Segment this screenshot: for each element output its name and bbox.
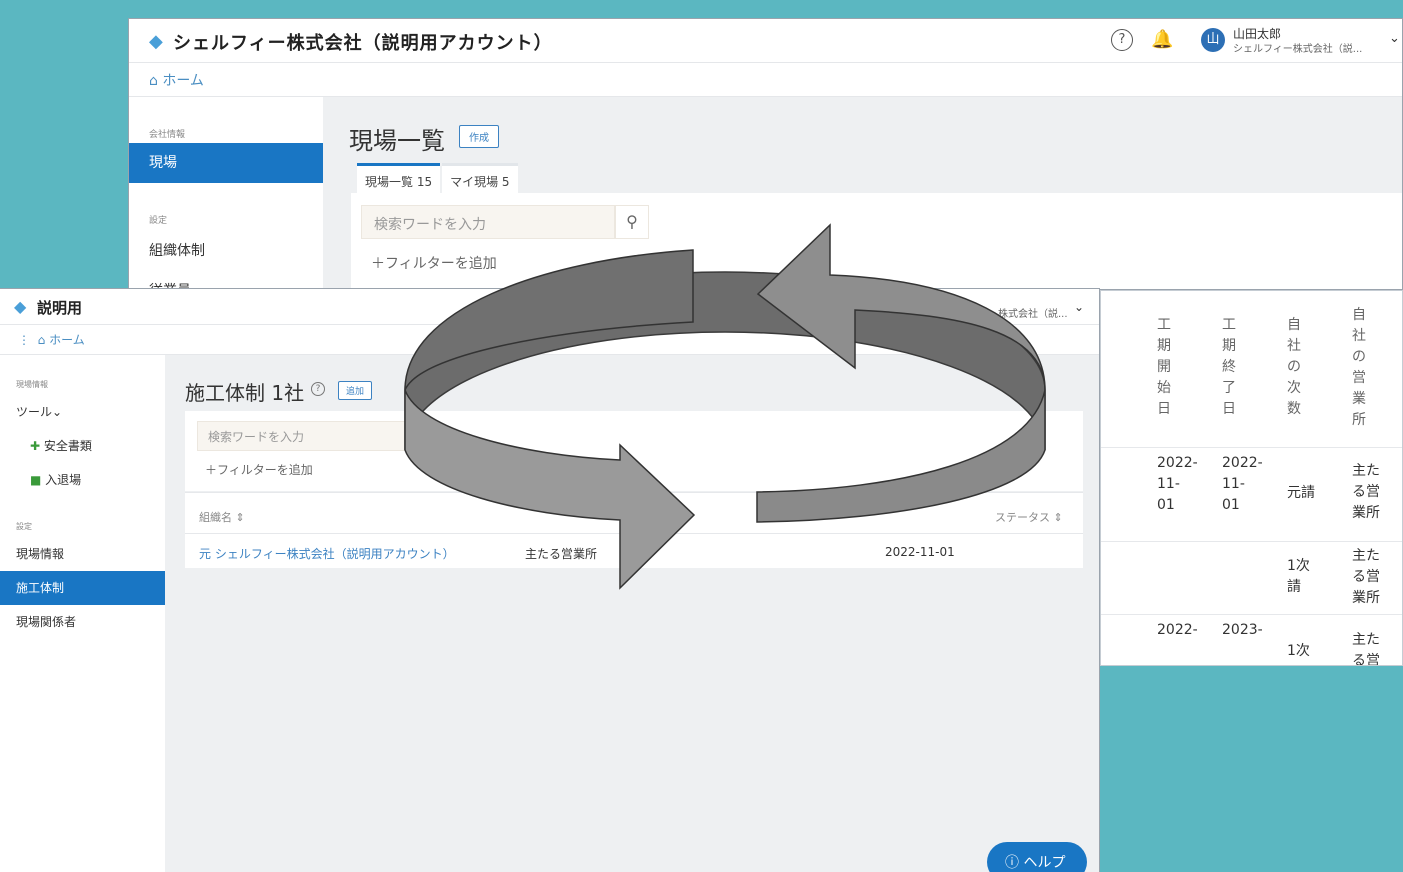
sidebar-item-org[interactable]: 組織体制 xyxy=(129,231,323,271)
sidebar: 会社情報 現場 設定 組織体制 従業員 xyxy=(129,97,323,289)
site-table-fragment: 工期開始日 工期終了日 自社の次数 自社の営業所 2022-11-01 2022… xyxy=(1100,290,1403,666)
cell-start: 2022-11-01 xyxy=(1157,455,1198,513)
cell-office: 主たる営業所 xyxy=(1352,463,1380,521)
sidebar-item-site-info[interactable]: 現場情報 xyxy=(0,537,165,571)
sidebar-section-settings: 設定 xyxy=(16,522,32,531)
company-name: 説明用 xyxy=(37,299,83,317)
cell-tier: 1次 xyxy=(1287,643,1310,659)
plus-icon: ✚ xyxy=(30,439,41,453)
shelfy-logo-icon: ◆ xyxy=(14,297,27,316)
cell-end: 2023- xyxy=(1222,622,1263,638)
entry-icon: ■ xyxy=(30,473,42,487)
help-icon: ⓘ xyxy=(1005,855,1019,871)
avatar[interactable]: 山 xyxy=(1201,28,1225,52)
shelfy-logo-icon: ◆ xyxy=(149,31,163,52)
breadcrumb: ⌂ ホーム xyxy=(129,63,1402,97)
tab-my-sites[interactable]: マイ現場 5 xyxy=(442,163,518,195)
sidebar-tools[interactable]: ツール⌄ xyxy=(16,403,62,420)
column-header-tier[interactable]: 自社の次数 xyxy=(1287,315,1307,420)
home-icon[interactable]: ⌂ xyxy=(149,73,158,89)
cell-office: 主たる営業所 xyxy=(1352,548,1380,606)
sidebar-section-site: 現場情報 xyxy=(16,380,48,389)
switch-cycle-arrows-icon xyxy=(404,223,1046,590)
search-input[interactable]: 検索ワードを入力 xyxy=(197,421,417,451)
chevron-down-icon: ⌄ xyxy=(52,405,63,419)
sidebar-section-settings: 設定 xyxy=(149,216,168,226)
home-icon[interactable]: ⌂ xyxy=(38,333,46,347)
cell-tier: 元請 xyxy=(1287,485,1315,501)
sidebar-item-people[interactable]: 現場関係者 xyxy=(0,605,165,639)
breadcrumb-home[interactable]: ホーム xyxy=(162,73,204,89)
help-button[interactable]: ⓘ ヘルプ xyxy=(987,842,1087,872)
add-button[interactable]: 追加 xyxy=(338,381,373,400)
create-button[interactable]: 作成 xyxy=(459,125,499,148)
top-header: ◆ シェルフィー株式会社（説明用アカウント） ? 🔔 山 山田太郎 シェルフィー… xyxy=(129,19,1402,63)
column-header-org[interactable]: 組織名 ⇕ xyxy=(199,509,245,525)
sidebar-section-company: 会社情報 xyxy=(149,130,186,140)
page-title: 施工体制 1社 xyxy=(185,381,305,405)
sidebar-item-safety-docs[interactable]: ✚ 安全書類 xyxy=(30,437,92,454)
add-filter-link[interactable]: ＋フィルターを追加 xyxy=(205,461,313,478)
column-header-office[interactable]: 自社の営業所 xyxy=(1352,305,1372,431)
user-company: シェルフィー株式会社（説... xyxy=(1233,44,1363,55)
sidebar-item-entry[interactable]: ■ 入退場 xyxy=(30,471,81,488)
cell-start: 2022- xyxy=(1157,622,1198,638)
breadcrumb-home[interactable]: ホーム xyxy=(49,333,85,347)
bell-icon[interactable]: 🔔 xyxy=(1151,29,1173,50)
help-icon[interactable]: ? xyxy=(1111,29,1133,51)
menu-dots-icon[interactable]: ⋮ xyxy=(18,333,30,347)
chevron-down-icon[interactable]: ⌄ xyxy=(1389,31,1400,46)
column-header-start[interactable]: 工期開始日 xyxy=(1157,315,1177,420)
cell-end: 2022-11-01 xyxy=(1222,455,1263,513)
cell-tier: 1次請 xyxy=(1287,558,1310,595)
tab-site-list[interactable]: 現場一覧 15 xyxy=(357,163,441,195)
question-icon[interactable]: ? xyxy=(311,382,325,396)
cell-office: 主たる営 xyxy=(1352,632,1380,666)
tab-bar: 現場一覧 15 マイ現場 5 xyxy=(357,163,520,195)
company-name: シェルフィー株式会社（説明用アカウント） xyxy=(173,33,553,54)
sidebar-item-sites[interactable]: 現場 xyxy=(129,143,323,183)
chevron-down-icon[interactable]: ⌄ xyxy=(1074,300,1084,314)
column-header-end[interactable]: 工期終了日 xyxy=(1222,315,1242,420)
sidebar-item-structure[interactable]: 施工体制 xyxy=(0,571,165,605)
page-title: 現場一覧 xyxy=(349,127,445,155)
sidebar: 現場情報 ツール⌄ ✚ 安全書類 ■ 入退場 設定 現場情報 施工体制 現場関係… xyxy=(0,355,165,872)
